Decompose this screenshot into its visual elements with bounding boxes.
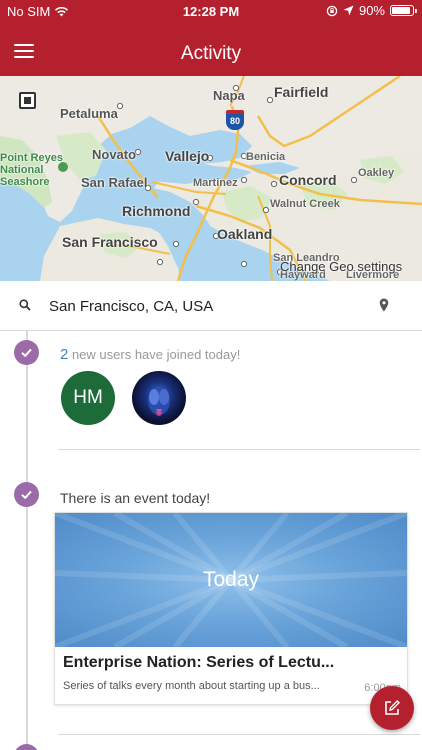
location-arrow-icon xyxy=(343,5,354,16)
navbar: Activity xyxy=(0,22,422,76)
search-icon xyxy=(19,299,31,311)
map-label-san-francisco: San Francisco xyxy=(62,234,158,250)
map-label-benicia: Benicia xyxy=(246,151,286,163)
map-label-richmond: Richmond xyxy=(122,203,191,219)
map-view[interactable]: 80 Petaluma Napa Fairfield Novato Vallej… xyxy=(0,76,422,281)
avatar-photo[interactable] xyxy=(132,371,186,425)
event-card[interactable]: Today Enterprise Nation: Series of Lectu… xyxy=(54,512,408,705)
map-label-fairfield: Fairfield xyxy=(274,84,329,100)
event-title: Enterprise Nation: Series of Lectu... xyxy=(63,654,335,671)
timeline-check-icon xyxy=(14,340,39,365)
compose-icon xyxy=(385,700,400,715)
location-search-bar xyxy=(0,281,422,331)
battery-percent: 90% xyxy=(358,3,385,18)
event-description: Series of talks every month about starti… xyxy=(63,680,320,692)
app-screen: No SIM 12:28 PM 90% Activity 80 Petaluma… xyxy=(0,0,422,750)
timeline-line xyxy=(26,331,28,750)
map-label-concord: Concord xyxy=(279,172,337,188)
status-bar: No SIM 12:28 PM 90% xyxy=(0,0,422,22)
event-banner: Today xyxy=(55,513,407,647)
battery-icon xyxy=(390,5,417,16)
map-layers-icon[interactable] xyxy=(19,92,36,109)
map-label-oakland: Oakland xyxy=(217,226,273,242)
location-search-input[interactable] xyxy=(49,295,369,317)
event-banner-label: Today xyxy=(202,568,260,591)
event-heading: There is an event today! xyxy=(60,490,211,506)
timeline-check-icon xyxy=(14,744,39,750)
timeline-check-icon xyxy=(14,482,39,507)
interstate-80-shield-icon: 80 xyxy=(226,110,244,130)
new-users-text: new users have joined today! xyxy=(68,347,241,362)
map-label-vallejo: Vallejo xyxy=(165,148,210,164)
change-geo-settings-link[interactable]: Change Geo settings xyxy=(280,259,402,274)
map-label-point-reyes: Point Reyes National Seashore xyxy=(0,152,63,188)
rotation-lock-icon xyxy=(326,5,338,16)
compose-button[interactable] xyxy=(370,686,414,730)
map-label-san-rafael: San Rafael xyxy=(81,175,148,190)
map-label-petaluma: Petaluma xyxy=(60,106,118,121)
map-label-napa: Napa xyxy=(213,88,245,103)
map-label-oakley: Oakley xyxy=(358,167,395,179)
avatar[interactable]: HM xyxy=(61,371,115,425)
feed-divider xyxy=(58,734,420,735)
map-label-martinez: Martinez xyxy=(193,177,238,189)
avatar-photo-graphic xyxy=(148,387,170,416)
map-label-novato: Novato xyxy=(92,147,137,162)
map-label-walnut-creek: Walnut Creek xyxy=(270,198,340,210)
status-right: 90% xyxy=(326,3,417,18)
feed-divider xyxy=(58,449,420,450)
location-pin-icon[interactable] xyxy=(379,298,389,312)
battery-fill xyxy=(392,7,410,14)
page-title: Activity xyxy=(180,43,242,64)
new-users-message: 2 new users have joined today! xyxy=(60,346,240,363)
